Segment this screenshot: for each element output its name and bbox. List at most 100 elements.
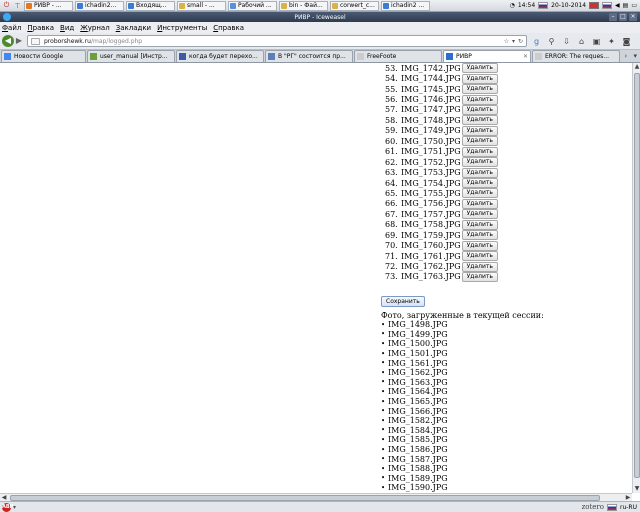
forward-button[interactable]: ▶: [14, 35, 24, 47]
tab-list-icon[interactable]: ▾: [631, 50, 640, 62]
save-button[interactable]: Сохранить: [381, 296, 425, 307]
home-icon[interactable]: ⌂: [576, 36, 587, 47]
taskbar-task[interactable]: small - ...: [177, 0, 226, 11]
locale-label[interactable]: ru-RU: [620, 504, 637, 511]
delete-photo-button[interactable]: Удалить: [461, 146, 498, 157]
addons-icon[interactable]: ✦: [606, 36, 617, 47]
speaker-icon[interactable]: ◀: [615, 2, 620, 9]
search-icon[interactable]: ⚲: [546, 36, 557, 47]
screenshot-icon[interactable]: ◙: [621, 36, 632, 47]
keyboard-layout-flag-icon[interactable]: [538, 2, 549, 9]
delete-photo-button[interactable]: Удалить: [461, 178, 498, 189]
photo-number: 66.: [385, 199, 398, 209]
flag-icon[interactable]: [589, 2, 600, 9]
browser-tab[interactable]: РИВР ✕: [443, 50, 531, 62]
photo-number: 57.: [385, 105, 398, 115]
delete-photo-button[interactable]: Удалить: [461, 230, 498, 241]
delete-photo-button[interactable]: Удалить: [461, 240, 498, 251]
delete-photo-button[interactable]: Удалить: [461, 261, 498, 272]
dropdown-arrow-icon[interactable]: ▾: [512, 38, 515, 45]
flag-ru-icon[interactable]: [602, 2, 613, 9]
photo-filename: IMG_1745.JPG: [401, 84, 461, 94]
adblock-dropdown-icon[interactable]: ▾: [13, 504, 16, 511]
menu-item[interactable]: Файл: [2, 24, 21, 32]
taskbar-task[interactable]: corwert_c...: [330, 0, 379, 11]
delete-photo-button[interactable]: Удалить: [461, 157, 498, 168]
tab-label: В "РГ" состоится пр...: [278, 53, 346, 60]
power-icon[interactable]: ⏻: [2, 1, 11, 10]
browser-tab[interactable]: Новости Google: [1, 50, 86, 62]
menu-item[interactable]: Закладки: [116, 24, 151, 32]
browser-tab[interactable]: В "РГ" состоится пр...: [265, 50, 353, 62]
browser-tab[interactable]: FreeFoote: [354, 50, 442, 62]
session-photo-item: • IMG_1500.JPG: [381, 339, 448, 349]
pin-icon[interactable]: ⊤: [13, 1, 22, 10]
battery-icon[interactable]: ▭: [631, 2, 637, 9]
session-photo-filename: IMG_1589.JPG: [388, 473, 448, 483]
adblock-icon[interactable]: ABP: [2, 502, 13, 512]
photo-filename: IMG_1761.JPG: [401, 251, 461, 261]
scroll-down-icon[interactable]: ▼: [633, 485, 640, 493]
maximize-button[interactable]: □: [619, 13, 627, 21]
delete-photo-button[interactable]: Удалить: [461, 94, 498, 105]
delete-photo-button[interactable]: Удалить: [461, 115, 498, 126]
delete-photo-button[interactable]: Удалить: [461, 251, 498, 262]
delete-photo-button[interactable]: Удалить: [461, 125, 498, 136]
photo-number: 73.: [385, 272, 398, 282]
delete-photo-button[interactable]: Удалить: [461, 63, 498, 74]
bullet-icon: •: [381, 387, 386, 396]
delete-photo-button[interactable]: Удалить: [461, 73, 498, 84]
zotero-button[interactable]: zotero: [582, 503, 604, 511]
photo-row: 61. IMG_1751.JPG Удалить: [385, 146, 498, 157]
menu-item[interactable]: Справка: [213, 24, 244, 32]
browser-tab[interactable]: ERROR: The reques...: [532, 50, 620, 62]
bookmarks-icon[interactable]: ▣: [591, 36, 602, 47]
delete-photo-button[interactable]: Удалить: [461, 188, 498, 199]
browser-tab[interactable]: user_manual [Инстр...: [87, 50, 175, 62]
delete-photo-button[interactable]: Удалить: [461, 198, 498, 209]
tab-scroll-right-icon[interactable]: ›: [621, 50, 631, 62]
delete-photo-button[interactable]: Удалить: [461, 136, 498, 147]
delete-photo-button[interactable]: Удалить: [461, 271, 498, 282]
status-right: zotero ru-RU: [582, 503, 640, 511]
bookmark-star-icon[interactable]: ☆: [504, 38, 509, 45]
status-bar: ABP ▾ zotero ru-RU: [0, 501, 640, 512]
taskbar-task[interactable]: Входящ...: [126, 0, 175, 11]
delete-photo-button[interactable]: Удалить: [461, 104, 498, 115]
taskbar-task[interactable]: ichadin2...: [75, 0, 124, 11]
bullet-icon: •: [381, 483, 386, 492]
taskbar-task[interactable]: РИВР - ...: [24, 0, 73, 11]
menu-item[interactable]: Вид: [60, 24, 74, 32]
photo-row: 69. IMG_1759.JPG Удалить: [385, 230, 498, 241]
delete-photo-button[interactable]: Удалить: [461, 84, 498, 95]
menu-item[interactable]: Инструменты: [157, 24, 207, 32]
network-icon[interactable]: ▤: [623, 2, 629, 9]
download-icon[interactable]: ⇩: [561, 36, 572, 47]
browser-tab[interactable]: когда будет перехо...: [176, 50, 264, 62]
vertical-scroll-thumb[interactable]: [634, 73, 640, 478]
delete-photo-button[interactable]: Удалить: [461, 167, 498, 178]
menu-item[interactable]: Правка: [27, 24, 54, 32]
photo-number: 59.: [385, 126, 398, 136]
session-photo-filename: IMG_1585.JPG: [388, 435, 448, 445]
session-photo-item: • IMG_1589.JPG: [381, 474, 448, 484]
taskbar-task[interactable]: bin - Фай...: [279, 0, 328, 11]
minimize-button[interactable]: –: [609, 13, 617, 21]
tab-close-icon[interactable]: ✕: [521, 53, 528, 60]
scroll-up-icon[interactable]: ▲: [633, 63, 640, 71]
back-button[interactable]: ◀: [2, 35, 14, 47]
close-button[interactable]: ×: [629, 13, 637, 21]
delete-photo-button[interactable]: Удалить: [461, 209, 498, 220]
vertical-scrollbar[interactable]: ▲ ▼: [632, 63, 640, 493]
session-photo-filename: IMG_1566.JPG: [388, 406, 448, 416]
task-label: ichadin2 ...: [391, 2, 425, 9]
horizontal-scrollbar[interactable]: ◀ ▶: [0, 493, 632, 501]
search-engine-icon[interactable]: g: [531, 36, 542, 47]
menu-item[interactable]: Журнал: [80, 24, 109, 32]
reload-icon[interactable]: ↻: [518, 38, 523, 45]
delete-photo-button[interactable]: Удалить: [461, 219, 498, 230]
site-identity-icon[interactable]: [31, 37, 40, 45]
taskbar-task[interactable]: ichadin2 ...: [381, 0, 430, 11]
url-bar[interactable]: proborshewk.ru /map/logged.php ☆ ▾ ↻: [27, 35, 527, 47]
taskbar-task[interactable]: Рабочий ...: [228, 0, 277, 11]
